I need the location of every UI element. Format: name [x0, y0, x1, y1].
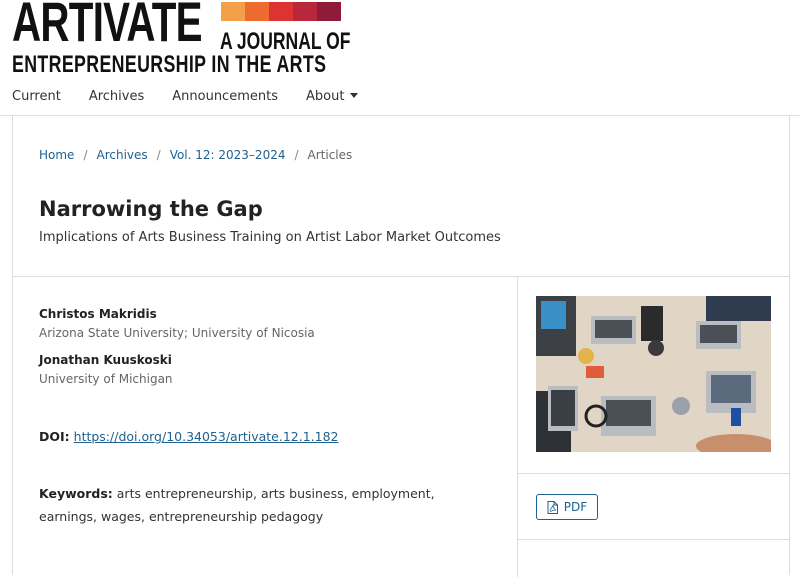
sidebar-divider: [518, 539, 789, 540]
file-pdf-icon: [547, 500, 558, 514]
pdf-download-button[interactable]: PDF: [536, 494, 598, 520]
author-name: Christos Makridis: [39, 307, 157, 321]
logo-subtitle-line2: ENTREPRENEURSHIP IN THE ARTS: [12, 51, 327, 78]
keywords: Keywords: arts entrepreneurship, arts bu…: [39, 482, 489, 528]
caret-down-icon: [350, 93, 359, 98]
author-affiliation: University of Michigan: [39, 372, 173, 386]
logo-bar: [245, 2, 269, 21]
breadcrumb-separator: /: [156, 148, 161, 162]
cover-illustration: [536, 296, 771, 452]
nav-about[interactable]: About: [305, 88, 359, 106]
breadcrumb-current: Articles: [307, 148, 353, 162]
breadcrumb-archives[interactable]: Archives: [96, 148, 147, 162]
article-title: Narrowing the Gap: [39, 197, 263, 221]
logo-bar: [293, 2, 317, 21]
keywords-label: Keywords:: [39, 486, 113, 501]
logo-color-bars: [221, 2, 341, 21]
breadcrumb-separator: /: [294, 148, 299, 162]
primary-nav: Current Archives Announcements About: [12, 88, 386, 106]
column-divider: [517, 277, 518, 577]
logo-title: ARTIVATE: [12, 0, 203, 53]
logo-bar: [221, 2, 245, 21]
site-logo[interactable]: ARTIVATE A JOURNAL OF ENTREPRENEURSHIP I…: [12, 0, 350, 78]
author-affiliation: Arizona State University; University of …: [39, 326, 315, 340]
breadcrumb-separator: /: [83, 148, 88, 162]
article-page: Home / Archives / Vol. 12: 2023–2024 / Article…: [12, 115, 790, 577]
doi-link[interactable]: https://doi.org/10.34053/artivate.12.1.1…: [74, 429, 339, 444]
nav-archives[interactable]: Archives: [89, 88, 144, 106]
pdf-label: PDF: [563, 500, 588, 514]
doi-label: DOI:: [39, 429, 70, 444]
nav-current[interactable]: Current: [12, 88, 61, 106]
site-header: ARTIVATE A JOURNAL OF ENTREPRENEURSHIP I…: [0, 0, 800, 116]
issue-cover-image[interactable]: [536, 296, 771, 452]
section-divider: [13, 276, 789, 277]
logo-bar: [269, 2, 293, 21]
nav-about-label: About: [305, 89, 345, 104]
author-name: Jonathan Kuuskoski: [39, 353, 172, 367]
nav-announcements[interactable]: Announcements: [172, 88, 278, 106]
breadcrumb-volume[interactable]: Vol. 12: 2023–2024: [170, 148, 286, 162]
doi: DOI: https://doi.org/10.34053/artivate.1…: [39, 429, 339, 444]
article-subtitle: Implications of Arts Business Training o…: [39, 230, 501, 245]
logo-bar: [317, 2, 341, 21]
breadcrumb: Home / Archives / Vol. 12: 2023–2024 / Article…: [39, 148, 352, 162]
breadcrumb-home[interactable]: Home: [39, 148, 74, 162]
sidebar-divider: [518, 473, 789, 474]
